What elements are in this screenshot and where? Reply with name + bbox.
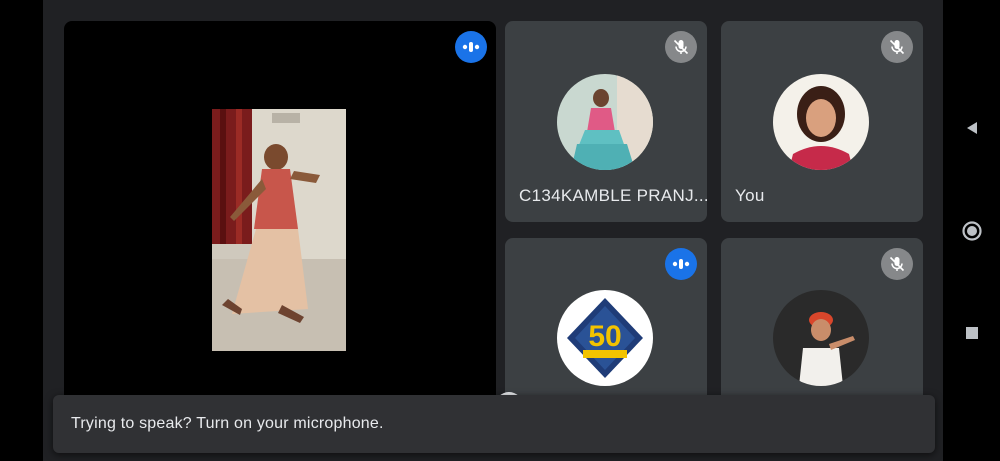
avatar bbox=[773, 290, 869, 386]
left-edge-bar bbox=[0, 0, 43, 461]
avatar bbox=[773, 74, 869, 170]
mic-off-icon bbox=[881, 31, 913, 63]
circle-home-icon[interactable] bbox=[943, 211, 1000, 251]
main-video-tile[interactable] bbox=[64, 21, 496, 421]
participant-tile-child[interactable] bbox=[721, 238, 923, 408]
avatar: 50 bbox=[557, 290, 653, 386]
participant-name: You bbox=[735, 186, 765, 205]
snackbar-message: Trying to speak? Turn on your microphone… bbox=[71, 415, 384, 432]
participant-tile-pranj[interactable]: C134KAMBLE PRANJ... bbox=[505, 21, 707, 222]
square-recents-icon[interactable] bbox=[943, 313, 1000, 353]
system-navigation-bar bbox=[943, 0, 1000, 461]
participant-name: C134KAMBLE PRANJ... bbox=[519, 186, 707, 205]
svg-text:50: 50 bbox=[588, 320, 621, 353]
triangle-back-icon[interactable] bbox=[943, 108, 1000, 148]
participant-tile-logo[interactable]: 50 bbox=[505, 238, 707, 408]
speaking-indicator-icon bbox=[665, 248, 697, 280]
mic-off-icon bbox=[665, 31, 697, 63]
avatar bbox=[557, 74, 653, 170]
mic-off-icon bbox=[881, 248, 913, 280]
dancer-video-feed bbox=[212, 109, 346, 351]
meeting-stage: C134KAMBLE PRANJ... You 50 bbox=[43, 0, 943, 461]
speaking-indicator-icon bbox=[455, 31, 487, 63]
microphone-snackbar: Trying to speak? Turn on your microphone… bbox=[53, 395, 935, 453]
participant-tile-you[interactable]: You bbox=[721, 21, 923, 222]
